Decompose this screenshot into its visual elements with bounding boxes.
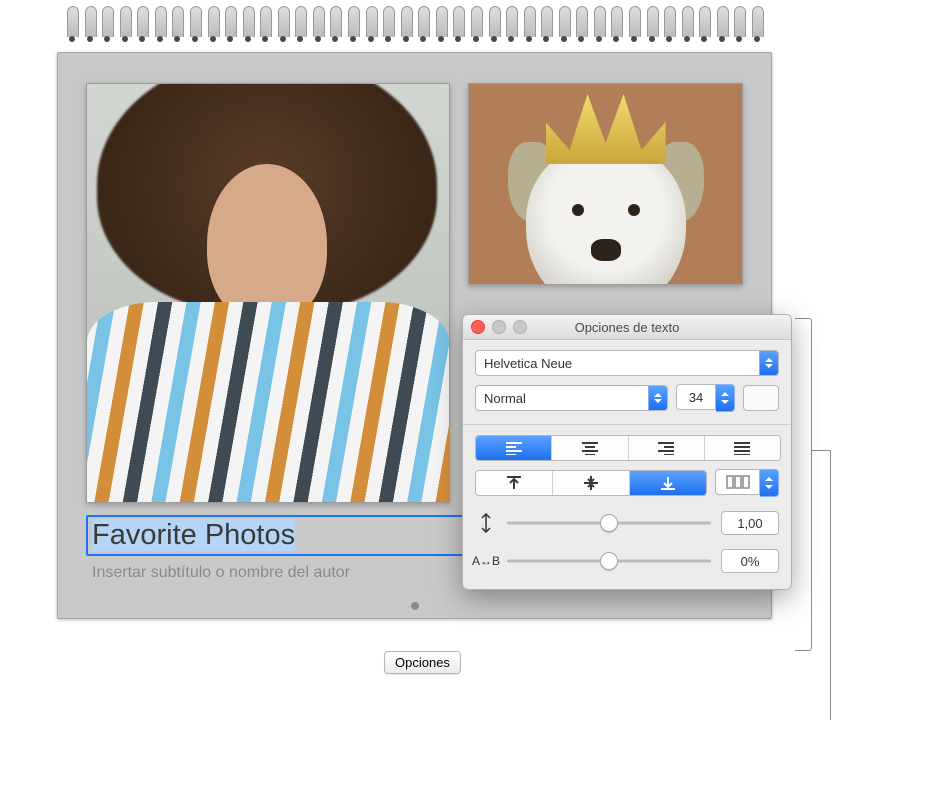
font-style-value: Normal <box>484 391 526 406</box>
window-zoom-button[interactable] <box>513 320 527 334</box>
callout-lead <box>811 450 831 451</box>
align-right-button[interactable] <box>628 436 704 460</box>
valign-bottom-button[interactable] <box>629 471 706 495</box>
tracking-value[interactable]: 0% <box>721 549 779 573</box>
font-family-select[interactable]: Helvetica Neue <box>475 350 779 376</box>
line-spacing-value[interactable]: 1,00 <box>721 511 779 535</box>
photo-secondary[interactable] <box>468 83 743 285</box>
callout-bracket <box>795 318 812 451</box>
separator <box>463 424 791 425</box>
columns-select[interactable] <box>715 469 779 497</box>
columns-icon <box>726 475 750 489</box>
columns-stepper[interactable] <box>760 469 779 497</box>
text-options-panel: Opciones de texto Helvetica Neue Normal … <box>462 314 792 590</box>
panel-titlebar[interactable]: Opciones de texto <box>463 315 791 340</box>
photo-main[interactable] <box>86 83 450 503</box>
title-text: Favorite Photos <box>92 519 295 551</box>
text-color-swatch[interactable] <box>743 385 779 411</box>
tracking-icon: A↔B <box>475 554 497 568</box>
callout-bracket <box>795 450 812 651</box>
line-spacing-slider[interactable] <box>507 513 711 533</box>
horizontal-align-segment <box>475 435 781 461</box>
align-justify-button[interactable] <box>704 436 780 460</box>
callout-lead <box>830 450 831 720</box>
spiral-binding <box>57 6 772 52</box>
page-indicator-dot <box>411 602 419 610</box>
font-size-stepper[interactable] <box>716 384 735 412</box>
valign-top-button[interactable] <box>476 471 552 495</box>
window-minimize-button[interactable] <box>492 320 506 334</box>
select-stepper-icon <box>759 351 778 375</box>
font-size-field[interactable]: 34 <box>676 384 716 410</box>
valign-middle-button[interactable] <box>552 471 629 495</box>
vertical-align-segment <box>475 470 707 496</box>
select-stepper-icon <box>648 386 667 410</box>
options-button[interactable]: Opciones <box>384 651 461 674</box>
align-left-button[interactable] <box>476 436 551 460</box>
window-close-button[interactable] <box>471 320 485 334</box>
font-style-select[interactable]: Normal <box>475 385 668 411</box>
font-family-value: Helvetica Neue <box>484 356 572 371</box>
line-spacing-icon <box>475 513 497 533</box>
tracking-slider[interactable] <box>507 551 711 571</box>
align-center-button[interactable] <box>551 436 627 460</box>
